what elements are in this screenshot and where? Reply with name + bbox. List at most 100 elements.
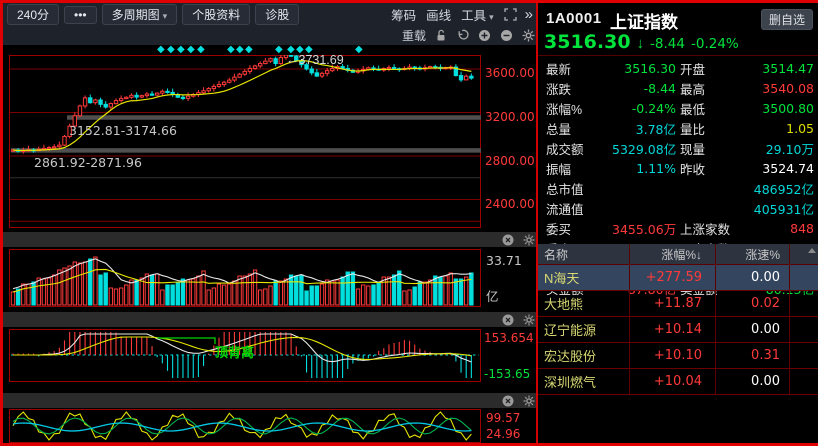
gear-icon[interactable]: [523, 395, 535, 407]
stock-name: 上证指数: [610, 8, 678, 33]
quote-row: 总量3.78亿量比1.05: [538, 118, 818, 138]
quote-value: 3516.30: [612, 61, 676, 76]
y-axis-label: 2800.00: [485, 154, 535, 168]
quote-value: 405931亿: [612, 199, 814, 218]
quote-row: 最新3516.30开盘3514.47: [538, 58, 818, 78]
gear-icon[interactable]: [522, 29, 535, 42]
stock-info-button[interactable]: 个股资料: [182, 4, 250, 25]
close-panel-icon[interactable]: [502, 314, 514, 326]
quote-label: 开盘: [680, 59, 752, 78]
price-change: -8.44: [650, 36, 685, 52]
stock-row-change-pct: +277.59: [630, 265, 716, 290]
stock-row-change-pct: +11.87: [630, 291, 716, 316]
gainers-table: 名称 涨幅%↓ 涨速% N海天+277.590.00大地熊+11.870.02辽…: [538, 244, 818, 395]
diamond-marker-icon: ◆: [236, 44, 244, 55]
stock-row[interactable]: 宏达股份+10.100.31: [538, 343, 818, 369]
diamond-marker-icon: ◆: [245, 44, 253, 55]
volume-max-label: 33.71: [486, 253, 522, 268]
close-panel-icon[interactable]: [502, 395, 514, 407]
quote-label: 最高: [680, 79, 752, 98]
price-line: 3516.30 ↓ -8.44 -0.24%: [544, 31, 739, 53]
quote-value: -0.24%: [612, 101, 676, 116]
col-header-speed[interactable]: 涨速%: [716, 244, 790, 264]
diagnose-button[interactable]: 诊股: [255, 4, 299, 25]
period-button[interactable]: 240分: [7, 4, 59, 25]
diamond-marker-icon: ◆: [157, 44, 165, 55]
macd-max-label: 153.654: [484, 331, 534, 345]
y-axis-label: 2400.00: [485, 197, 535, 211]
quote-value: 1.05: [752, 121, 814, 136]
y-axis-label: 3600.00: [485, 66, 535, 80]
stock-row-speed: 0.00: [716, 317, 790, 342]
price-change-pct: -0.24%: [691, 36, 739, 52]
quote-value: 3500.80: [752, 101, 814, 116]
stock-row-speed: 0.31: [716, 343, 790, 368]
macd-min-label: -153.65: [484, 367, 530, 381]
tools-button[interactable]: 工具▾: [461, 5, 494, 24]
close-panel-icon[interactable]: [502, 234, 514, 246]
col-header-name[interactable]: 名称: [538, 244, 630, 264]
quote-label: 总市值: [546, 179, 612, 198]
tools-label: 工具: [461, 9, 486, 23]
macd-panel-header: [3, 312, 557, 327]
stock-row-name: N海天: [538, 265, 630, 290]
stock-row-name: 大地熊: [538, 291, 630, 316]
quote-value: 1.11%: [612, 161, 676, 176]
quote-value: 5329.08亿: [612, 139, 676, 158]
stock-row[interactable]: N海天+277.590.00: [538, 265, 818, 291]
quote-row: 总市值486952亿: [538, 178, 818, 198]
quote-label: 现量: [680, 139, 752, 158]
diamond-marker-icon: ◆: [187, 44, 195, 55]
chips-button[interactable]: 筹码: [391, 5, 416, 24]
quote-row: 成交额5329.08亿现量29.10万: [538, 138, 818, 158]
quote-label: 总量: [546, 119, 612, 138]
chevron-down-icon: ▾: [489, 12, 494, 22]
quote-row: 涨跌-8.44最高3540.08: [538, 78, 818, 98]
collapse-panel-icon[interactable]: »: [525, 6, 533, 23]
divergence-annotation: 顶背离: [215, 342, 254, 361]
quote-value: 3514.47: [752, 61, 814, 76]
gear-icon[interactable]: [523, 314, 535, 326]
quote-value: 3.78亿: [612, 119, 676, 138]
peak-price-annotation: ←3731.69: [286, 53, 344, 67]
volume-chart[interactable]: [9, 249, 481, 307]
table-header-row: 名称 涨幅%↓ 涨速%: [538, 244, 818, 265]
remove-watchlist-button[interactable]: 删自选: [761, 9, 813, 30]
fullscreen-icon[interactable]: [504, 8, 517, 21]
quote-value: 29.10万: [752, 139, 814, 158]
zoom-out-icon[interactable]: [500, 29, 513, 42]
draw-line-button[interactable]: 画线: [426, 5, 451, 24]
more-periods-button[interactable]: •••: [64, 6, 97, 24]
chart-toolbar: 240分 ••• 多周期图▾ 个股资料 诊股 筹码 画线 工具▾ »: [3, 3, 539, 26]
kdj-chart[interactable]: [9, 409, 481, 443]
undo-icon[interactable]: [456, 29, 469, 42]
quote-value: 848: [752, 221, 814, 236]
toolbar-right-group: 筹码 画线 工具▾ »: [381, 5, 539, 24]
multi-period-button[interactable]: 多周期图▾: [102, 4, 178, 25]
stock-row[interactable]: 深圳燃气+10.040.00: [538, 369, 818, 395]
stock-row[interactable]: 大地熊+11.870.02: [538, 291, 818, 317]
kdj-min-label: 24.96: [486, 427, 520, 441]
quote-row: 振幅1.11%昨收3524.74: [538, 158, 818, 178]
col-header-change-pct[interactable]: 涨幅%↓: [630, 244, 716, 264]
chevron-down-icon: ▾: [163, 11, 168, 21]
zoom-in-icon[interactable]: [478, 29, 491, 42]
quote-label: 成交额: [546, 139, 612, 158]
main-candlestick-chart[interactable]: [9, 55, 481, 228]
quote-row: 委买3455.06万上涨家数848: [538, 218, 818, 238]
lock-icon[interactable]: [435, 29, 447, 42]
table-scroll-up-icon[interactable]: [808, 248, 816, 253]
gear-icon[interactable]: [523, 234, 535, 246]
reload-button[interactable]: 重载: [402, 27, 426, 44]
quote-value: 3455.06万: [612, 219, 676, 238]
quote-value: 486952亿: [612, 179, 814, 198]
stock-row[interactable]: 辽宁能源+10.140.00: [538, 317, 818, 343]
left-arrow-icon: ←: [286, 53, 299, 67]
quote-label: 最低: [680, 99, 752, 118]
diamond-marker-icon: ◆: [197, 44, 205, 55]
last-price: 3516.30: [544, 31, 631, 53]
quote-label: 量比: [680, 119, 752, 138]
quote-row: 流通值405931亿: [538, 198, 818, 218]
quote-label: 委买: [546, 219, 612, 238]
stock-row-name: 辽宁能源: [538, 317, 630, 342]
